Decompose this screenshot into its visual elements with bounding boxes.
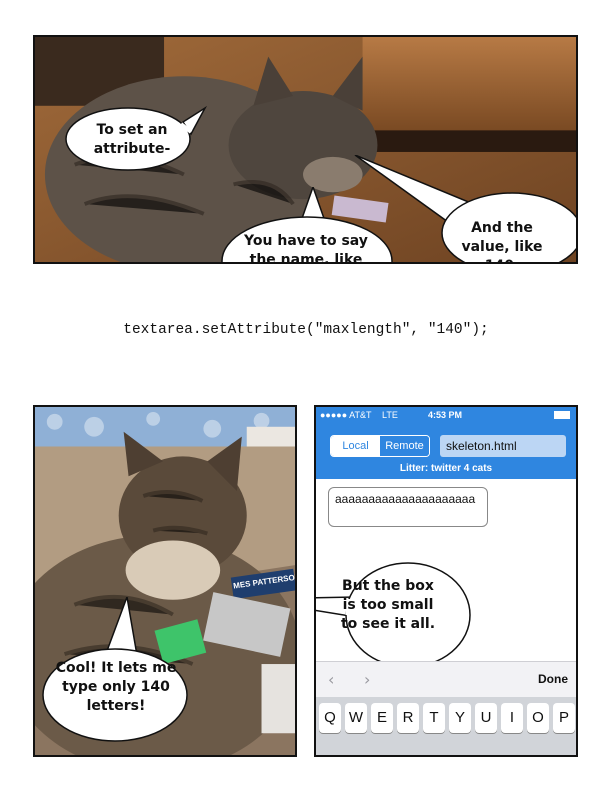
network-label: LTE [382, 410, 398, 420]
key-y[interactable]: Y [449, 703, 471, 733]
bubble-text-set-attribute: To set an attribute- [93, 122, 171, 157]
tweet-textarea[interactable]: aaaaaaaaaaaaaaaaaaaaa [328, 487, 488, 527]
key-p[interactable]: P [553, 703, 575, 733]
chevron-right-icon[interactable]: › [364, 670, 370, 689]
key-r[interactable]: R [397, 703, 419, 733]
segment-local[interactable]: Local [331, 436, 380, 456]
key-e[interactable]: E [371, 703, 393, 733]
phone-screenshot-panel: ●●●●● AT&T LTE 4:53 PM Local Remote skel… [314, 405, 578, 757]
bottom-left-comic-panel: MES PATTERSON Cool! It lets me type only… [33, 405, 297, 757]
key-u[interactable]: U [475, 703, 497, 733]
page-title: Litter: twitter 4 cats [399, 463, 493, 474]
clock-label: 4:53 PM [428, 410, 463, 420]
nav-bar: Local Remote skeleton.html Litter: twitt… [316, 425, 576, 479]
top-comic-panel: To set an attribute- You have to say the… [33, 35, 578, 264]
bubble-text-value: And the value, like 140. [461, 220, 543, 262]
bubble-text-cool: Cool! It lets me type only 140 letters! [55, 660, 177, 714]
segment-remote[interactable]: Remote [380, 436, 429, 456]
key-t[interactable]: T [423, 703, 445, 733]
location-segmented-control: Local Remote [330, 435, 430, 457]
key-w[interactable]: W [345, 703, 367, 733]
key-q[interactable]: Q [319, 703, 341, 733]
keyboard: Q W E R T Y U I O P [316, 697, 576, 755]
done-button[interactable]: Done [538, 672, 568, 686]
code-set-attribute: textarea.setAttribute("maxlength", "140"… [123, 322, 489, 338]
key-o[interactable]: O [527, 703, 549, 733]
url-field[interactable]: skeleton.html [440, 435, 566, 457]
battery-icon [554, 411, 570, 419]
carrier-label: ●●●●● AT&T [320, 410, 372, 420]
bubble-text-too-small: But the box is too small to see it all. [340, 578, 436, 632]
chevron-left-icon[interactable]: ‹ [328, 670, 334, 689]
key-i[interactable]: I [501, 703, 523, 733]
keyboard-accessory-bar: ‹ › Done [316, 661, 576, 698]
status-bar: ●●●●● AT&T LTE 4:53 PM [316, 407, 576, 425]
